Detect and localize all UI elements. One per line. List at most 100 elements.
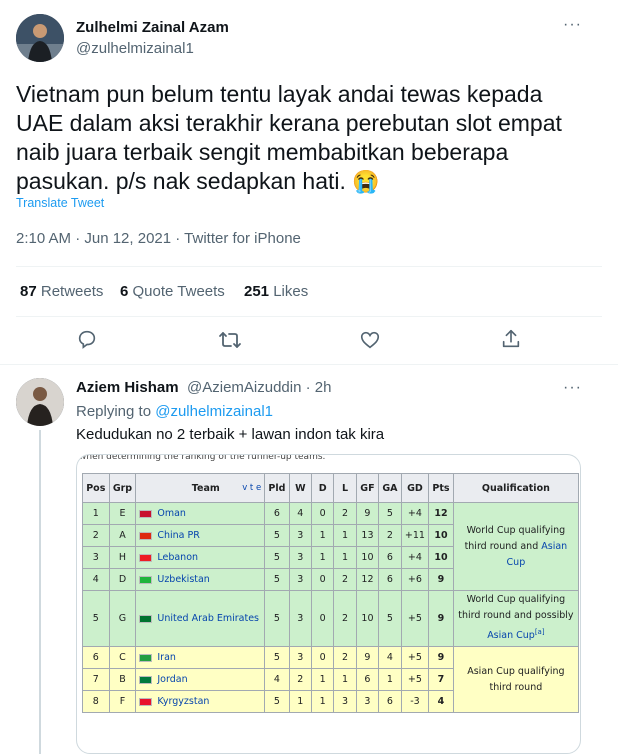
gf-cell: 12 — [355, 568, 380, 591]
gf-cell: 10 — [355, 546, 380, 569]
d-cell: 0 — [311, 568, 335, 591]
col-header: D — [311, 473, 335, 503]
qualification-cell: Asian Cup qualifying third round — [452, 646, 580, 713]
table-row: 1 E Oman 6 4 0 2 9 5 +4 12 World Cup qualifying thi… — [82, 502, 580, 591]
l-cell: 2 — [333, 646, 357, 669]
reply-more-options-icon[interactable]: ··· — [563, 379, 582, 397]
gf-cell: 13 — [355, 524, 380, 547]
qual-and: and — [520, 540, 539, 552]
ga-cell: 2 — [378, 524, 402, 547]
attached-image[interactable]: when determining the ranking of the runn… — [76, 454, 581, 754]
vte-links[interactable]: v t e — [242, 483, 261, 493]
footnote-link[interactable]: [a] — [535, 628, 545, 636]
reply-author-name[interactable]: Aziem Hisham — [76, 379, 179, 396]
gf-cell: 9 — [355, 646, 380, 669]
retweet-icon[interactable] — [218, 329, 242, 353]
col-header: Pld — [264, 473, 290, 503]
gd-cell: +6 — [400, 568, 430, 591]
replying-to: Replying to @zulhelmizainal1 — [76, 403, 273, 420]
team-cell[interactable]: Lebanon — [135, 546, 266, 569]
team-name[interactable]: Jordan — [157, 674, 187, 685]
d-cell: 0 — [311, 590, 335, 647]
col-header: Pos — [82, 473, 110, 503]
share-icon[interactable] — [500, 328, 524, 352]
flag-icon — [139, 553, 153, 562]
author-handle[interactable]: @zulhelmizainal1 — [76, 40, 194, 57]
team-name[interactable]: Oman — [157, 508, 186, 519]
pos-cell: 4 — [82, 568, 110, 591]
reply-author-handle[interactable]: @AziemAizuddin · 2h — [187, 379, 331, 396]
w-cell: 3 — [288, 568, 313, 591]
replying-to-label: Replying to — [76, 403, 152, 420]
team-cell[interactable]: Iran — [135, 646, 266, 669]
flag-icon — [139, 531, 153, 540]
quotes-stat[interactable]: 6 Quote Tweets — [120, 283, 225, 300]
team-cell[interactable]: Uzbekistan — [135, 568, 266, 591]
gf-cell: 9 — [355, 502, 380, 525]
l-cell: 1 — [333, 546, 357, 569]
team-cell[interactable]: Jordan — [135, 668, 266, 691]
replying-to-handle[interactable]: @zulhelmizainal1 — [155, 403, 273, 420]
col-header: GD — [400, 473, 430, 503]
standings-table: Pos Grp Team v t e Pld W D L GF GA GD Pt… — [82, 473, 580, 713]
team-cell[interactable]: United Arab Emirates — [135, 590, 266, 647]
pld-cell: 5 — [264, 546, 290, 569]
team-name[interactable]: Uzbekistan — [157, 574, 209, 585]
grp-cell: B — [108, 668, 137, 691]
tweet-timestamp[interactable]: 2:10 AM · Jun 12, 2021 · Twitter for iPh… — [16, 230, 301, 247]
pts-cell: 9 — [428, 590, 454, 647]
team-name[interactable]: China PR — [157, 530, 200, 541]
ga-cell: 4 — [378, 646, 402, 669]
ga-cell: 6 — [378, 568, 402, 591]
team-cell[interactable]: China PR — [135, 524, 266, 547]
gd-cell: +4 — [400, 546, 430, 569]
pos-cell: 5 — [82, 590, 110, 647]
tweet-text-line: naib juara terbaik sengit membabitkan be… — [16, 139, 509, 165]
pld-cell: 5 — [264, 646, 290, 669]
tweet-text-line: Vietnam pun belum tentu layak andai tewa… — [16, 81, 543, 107]
asian-cup-link[interactable]: Asian Cup — [487, 631, 535, 642]
retweets-count: 87 — [20, 283, 37, 300]
w-cell: 3 — [288, 524, 313, 547]
grp-cell: G — [108, 590, 137, 647]
col-header: Team — [191, 482, 220, 494]
team-name[interactable]: Lebanon — [157, 552, 198, 563]
team-name[interactable]: United Arab Emirates — [157, 613, 259, 624]
pos-cell: 3 — [82, 546, 110, 569]
pos-cell: 2 — [82, 524, 110, 547]
more-options-icon[interactable]: ··· — [563, 16, 582, 34]
team-name[interactable]: Iran — [157, 652, 176, 663]
col-header: W — [288, 473, 313, 503]
table-row: 6 C Iran 5 3 0 2 9 4 +5 9 Asian Cup qualifying thir… — [82, 646, 580, 713]
pts-cell: 10 — [428, 546, 454, 569]
flag-icon — [139, 675, 153, 684]
likes-count: 251 — [244, 283, 270, 300]
reply-header: Aziem Hisham @AziemAizuddin · 2h — [76, 379, 331, 397]
pos-cell: 6 — [82, 646, 110, 669]
grp-cell: F — [108, 690, 137, 713]
author-name[interactable]: Zulhelmi Zainal Azam — [76, 19, 229, 36]
pos-cell: 7 — [82, 668, 110, 691]
pts-cell: 12 — [428, 502, 454, 525]
thread-line — [39, 430, 41, 754]
divider — [0, 364, 618, 365]
crying-emoji-icon: 😭 — [352, 169, 380, 194]
retweets-stat[interactable]: 87 Retweets — [20, 283, 103, 300]
translate-tweet-link[interactable]: Translate Tweet — [16, 196, 104, 210]
col-header: GF — [355, 473, 380, 503]
pos-cell: 8 — [82, 690, 110, 713]
grp-cell: C — [108, 646, 137, 669]
like-icon[interactable] — [359, 329, 383, 353]
d-cell: 1 — [311, 546, 335, 569]
author-avatar[interactable] — [16, 14, 64, 62]
team-cell[interactable]: Kyrgyzstan — [135, 690, 266, 713]
grp-cell: A — [108, 524, 137, 547]
reply-icon[interactable] — [76, 328, 100, 352]
w-cell: 4 — [288, 502, 313, 525]
divider — [16, 316, 602, 317]
pld-cell: 5 — [264, 590, 290, 647]
reply-author-avatar[interactable] — [16, 378, 64, 426]
team-cell[interactable]: Oman — [135, 502, 266, 525]
likes-stat[interactable]: 251 Likes — [244, 283, 308, 300]
team-name[interactable]: Kyrgyzstan — [157, 696, 209, 707]
